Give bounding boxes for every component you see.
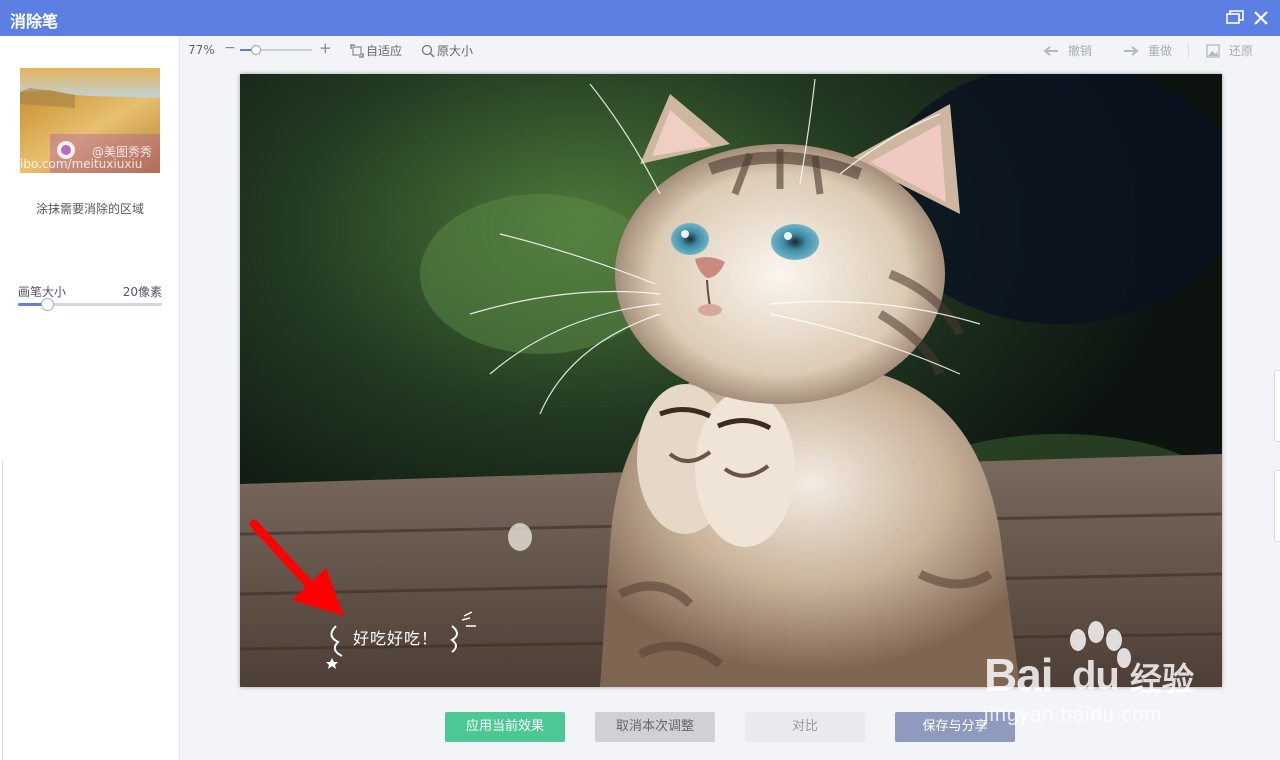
brush-size-value: 20像素 [122,285,162,299]
fit-icon [350,43,364,58]
window-title: 消除笔 [10,12,59,31]
restore-label: 还原 [1229,44,1254,58]
fit-label: 自适应 [366,44,403,58]
zoom-handle[interactable] [250,45,261,55]
arrow-left-icon [1043,45,1058,56]
kitten-photo [240,74,1222,687]
watermark-brand-cn: 经验 [1130,660,1195,698]
erase-hint: 涂抹需要消除的区域 [35,202,144,216]
brush-size-label: 画笔大小 [18,285,67,299]
redo-button[interactable]: 重做 [1123,42,1172,59]
magnifier-icon [421,44,435,58]
image-icon [1206,43,1220,58]
thumbnail-url: ibo.com/meituxiuxiu [20,157,143,171]
close-window-icon[interactable] [1251,8,1271,28]
toolbar-divider [1188,42,1189,58]
restore-window-icon[interactable] [1225,8,1245,28]
watermark-url: jingyan.baidu.com [984,704,1163,726]
thumbnail-image[interactable]: @美图秀秀 ibo.com/meituxiuxiu [20,68,160,173]
arrow-right-icon [1124,45,1139,56]
image-canvas[interactable]: 好吃好吃！ [240,74,1222,687]
left-panel: @美图秀秀 ibo.com/meituxiuxiu 涂抹需要消除的区域 画笔大小… [0,36,180,760]
apply-effect-button[interactable]: 应用当前效果 [445,712,565,742]
brush-size-handle[interactable] [40,298,54,311]
side-tab-lower[interactable] [1274,470,1280,542]
divider [2,460,3,760]
redo-label: 重做 [1148,44,1173,58]
photo-caption: 好吃好吃！ [353,629,439,648]
zoom-out-button[interactable]: − [224,40,236,56]
side-tab-upper[interactable] [1274,370,1280,442]
watermark-brand-du: du [1072,654,1120,698]
compare-button[interactable]: 对比 [745,712,865,742]
zoom-level: 77% [188,43,215,57]
zoom-slider[interactable] [240,45,312,55]
undo-label: 撤销 [1068,44,1093,58]
original-size-label: 原大小 [437,44,474,58]
original-size-button[interactable]: 原大小 [421,42,473,59]
undo-button[interactable]: 撤销 [1043,42,1092,59]
brush-size-slider[interactable] [18,298,162,311]
restore-button[interactable]: 还原 [1206,42,1253,59]
fit-button[interactable]: 自适应 [350,42,402,59]
cancel-adjustment-button[interactable]: 取消本次调整 [595,712,715,742]
toolbar: 77% − + 自适应 原大小 撤销 重做 还原 [181,36,1280,64]
title-bar: 消除笔 [0,0,1280,36]
watermark-brand: Bai [984,649,1054,701]
zoom-in-button[interactable]: + [319,39,332,57]
baidu-watermark: Bai du 经验 jingyan.baidu.com [982,620,1222,730]
